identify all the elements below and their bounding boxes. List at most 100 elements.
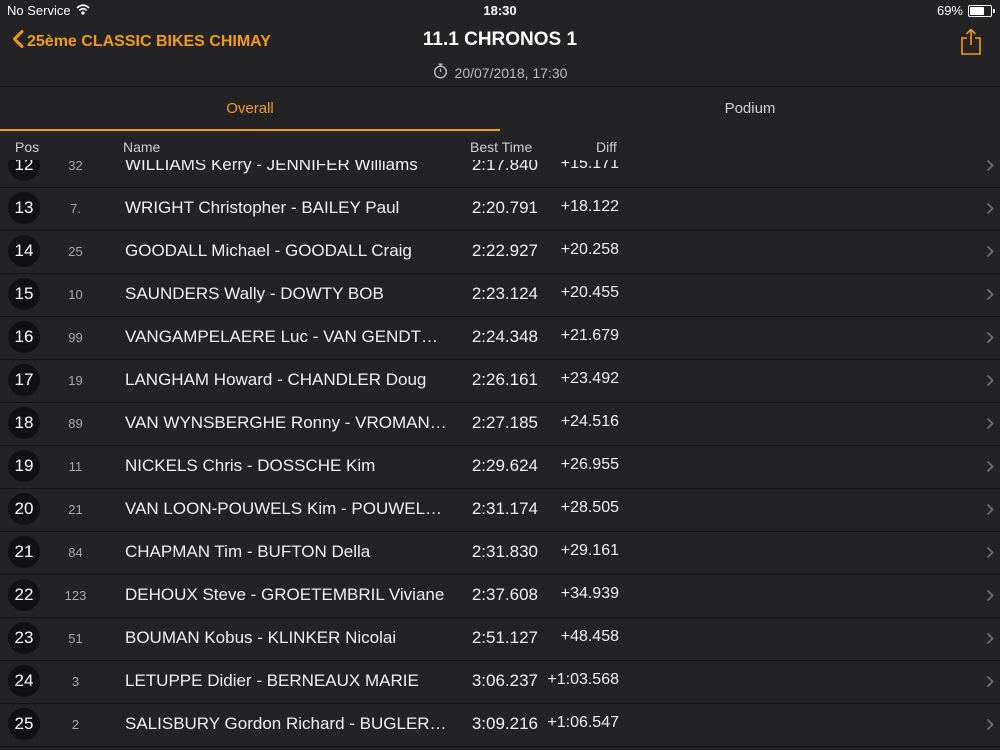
bib-number: 89 xyxy=(68,416,83,431)
active-tab-indicator xyxy=(0,129,500,131)
position-badge: 13 xyxy=(8,192,40,224)
page-subtitle: 20/07/2018, 17:30 xyxy=(0,63,1000,82)
column-header-best-time: Best Time xyxy=(470,139,533,155)
position-badge: 14 xyxy=(8,235,40,267)
time-diff: +24.516 xyxy=(560,413,619,430)
column-header-name: Name xyxy=(123,139,161,155)
rider-names: DEHOUX Steve - GROETEMBRIL Viviane xyxy=(125,585,445,604)
rider-names: BOUMAN Kobus - KLINKER Nicolai xyxy=(125,628,397,647)
chevron-right-icon xyxy=(986,245,994,263)
time-diff: +21.679 xyxy=(560,327,619,344)
table-row[interactable]: 16 99 VANGAMPELAERE Luc - VAN GENDT… 2:2… xyxy=(0,316,1000,360)
page-title: 11.1 CHRONOS 1 xyxy=(422,29,578,50)
rider-names: WRIGHT Christopher - BAILEY Paul xyxy=(125,198,400,217)
table-row[interactable]: 14 25 GOODALL Michael - GOODALL Craig 2:… xyxy=(0,230,1000,274)
rider-names: SALISBURY Gordon Richard - BUGLER… xyxy=(125,714,447,733)
session-datetime: 20/07/2018, 17:30 xyxy=(454,64,568,81)
chevron-right-icon xyxy=(986,331,994,349)
time-diff: +18.122 xyxy=(560,198,619,215)
battery-percent: 69% xyxy=(936,3,963,18)
battery-icon xyxy=(968,4,995,17)
rider-names: GOODALL Michael - GOODALL Craig xyxy=(125,241,412,260)
time-diff: +20.258 xyxy=(560,241,619,258)
best-time: 2:23.124 xyxy=(471,284,538,303)
rider-names: VAN LOON-POUWELS Kim - POUWEL… xyxy=(125,499,443,518)
best-time: 2:37.608 xyxy=(471,585,538,604)
table-row[interactable]: 23 51 BOUMAN Kobus - KLINKER Nicolai 2:5… xyxy=(0,617,1000,661)
column-header-pos: Pos xyxy=(15,139,40,155)
chevron-right-icon xyxy=(986,460,994,478)
tab-overall[interactable]: Overall xyxy=(0,87,500,131)
table-row[interactable]: 25 2 SALISBURY Gordon Richard - BUGLER… … xyxy=(0,703,1000,747)
best-time: 2:29.624 xyxy=(471,456,538,475)
position-badge: 24 xyxy=(8,665,40,697)
table-row[interactable]: 21 84 CHAPMAN Tim - BUFTON Della 2:31.83… xyxy=(0,531,1000,575)
position-badge: 18 xyxy=(8,407,40,439)
results-list[interactable]: 12 32 WILLIAMS Kerry - JENNIFER Williams… xyxy=(0,160,1000,750)
rider-names: SAUNDERS Wally - DOWTY BOB xyxy=(125,284,384,303)
time-diff: +26.955 xyxy=(560,456,619,473)
best-time: 2:24.348 xyxy=(471,327,538,346)
bib-number: 10 xyxy=(68,287,83,302)
tab-podium[interactable]: Podium xyxy=(500,87,1000,131)
table-row[interactable]: 12 32 WILLIAMS Kerry - JENNIFER Williams… xyxy=(0,160,1000,188)
position-badge: 25 xyxy=(8,708,40,740)
bib-number: 84 xyxy=(68,545,83,560)
chevron-right-icon xyxy=(986,718,994,736)
chevron-right-icon xyxy=(986,503,994,521)
bib-number: 51 xyxy=(68,631,83,646)
best-time: 2:26.161 xyxy=(471,370,538,389)
rider-names: VANGAMPELAERE Luc - VAN GENDT… xyxy=(125,327,438,346)
column-header-diff: Diff xyxy=(596,139,617,155)
segmented-tabs: Overall Podium xyxy=(0,87,1000,131)
time-diff: +34.939 xyxy=(560,585,619,602)
chevron-right-icon xyxy=(986,589,994,607)
time-diff: +1:06.547 xyxy=(547,714,619,731)
best-time: 2:17.840 xyxy=(471,160,538,174)
bib-number: 99 xyxy=(68,330,83,345)
time-diff: +1:03.568 xyxy=(547,671,619,688)
table-row[interactable]: 22 123 DEHOUX Steve - GROETEMBRIL Vivian… xyxy=(0,574,1000,618)
table-row[interactable]: 17 19 LANGHAM Howard - CHANDLER Doug 2:2… xyxy=(0,359,1000,403)
position-badge: 12 xyxy=(8,160,40,181)
position-badge: 22 xyxy=(8,579,40,611)
time-diff: +48.458 xyxy=(560,628,619,645)
bib-number: 32 xyxy=(68,160,83,173)
chevron-right-icon xyxy=(986,417,994,435)
position-badge: 21 xyxy=(8,536,40,568)
chevron-right-icon xyxy=(986,632,994,650)
time-diff: +29.161 xyxy=(560,542,619,559)
share-icon xyxy=(960,28,982,60)
chevron-right-icon xyxy=(986,160,994,177)
best-time: 2:31.174 xyxy=(471,499,538,518)
chevron-right-icon xyxy=(986,202,994,220)
status-bar: No Service 18:30 69% xyxy=(0,0,1000,20)
clock: 18:30 xyxy=(483,3,517,18)
best-time: 2:51.127 xyxy=(471,628,538,647)
best-time: 2:27.185 xyxy=(471,413,538,432)
table-row[interactable]: 20 21 VAN LOON-POUWELS Kim - POUWEL… 2:3… xyxy=(0,488,1000,532)
chevron-right-icon xyxy=(986,675,994,693)
rider-names: WILLIAMS Kerry - JENNIFER Williams xyxy=(125,160,418,174)
table-row[interactable]: 19 11 NICKELS Chris - DOSSCHE Kim 2:29.6… xyxy=(0,445,1000,489)
table-row[interactable]: 13 7. WRIGHT Christopher - BAILEY Paul 2… xyxy=(0,187,1000,231)
bib-number: 11 xyxy=(68,459,83,474)
table-row[interactable]: 24 3 LETUPPE Didier - BERNEAUX MARIE 3:0… xyxy=(0,660,1000,704)
best-time: 3:09.216 xyxy=(471,714,538,733)
position-badge: 17 xyxy=(8,364,40,396)
chevron-right-icon xyxy=(986,546,994,564)
bib-number: 7. xyxy=(70,201,81,216)
best-time: 3:06.237 xyxy=(471,671,538,690)
table-row[interactable]: 18 89 VAN WYNSBERGHE Ronny - VROMAN… 2:2… xyxy=(0,402,1000,446)
chevron-right-icon xyxy=(986,288,994,306)
chevron-right-icon xyxy=(986,374,994,392)
rider-names: NICKELS Chris - DOSSCHE Kim xyxy=(125,456,376,475)
best-time: 2:20.791 xyxy=(471,198,538,217)
stopwatch-icon xyxy=(433,63,448,82)
rider-names: LANGHAM Howard - CHANDLER Doug xyxy=(125,370,427,389)
best-time: 2:22.927 xyxy=(471,241,538,260)
time-diff: +20.455 xyxy=(560,284,619,301)
bib-number: 3 xyxy=(71,674,80,689)
table-row[interactable]: 15 10 SAUNDERS Wally - DOWTY BOB 2:23.12… xyxy=(0,273,1000,317)
share-button[interactable] xyxy=(960,28,982,61)
